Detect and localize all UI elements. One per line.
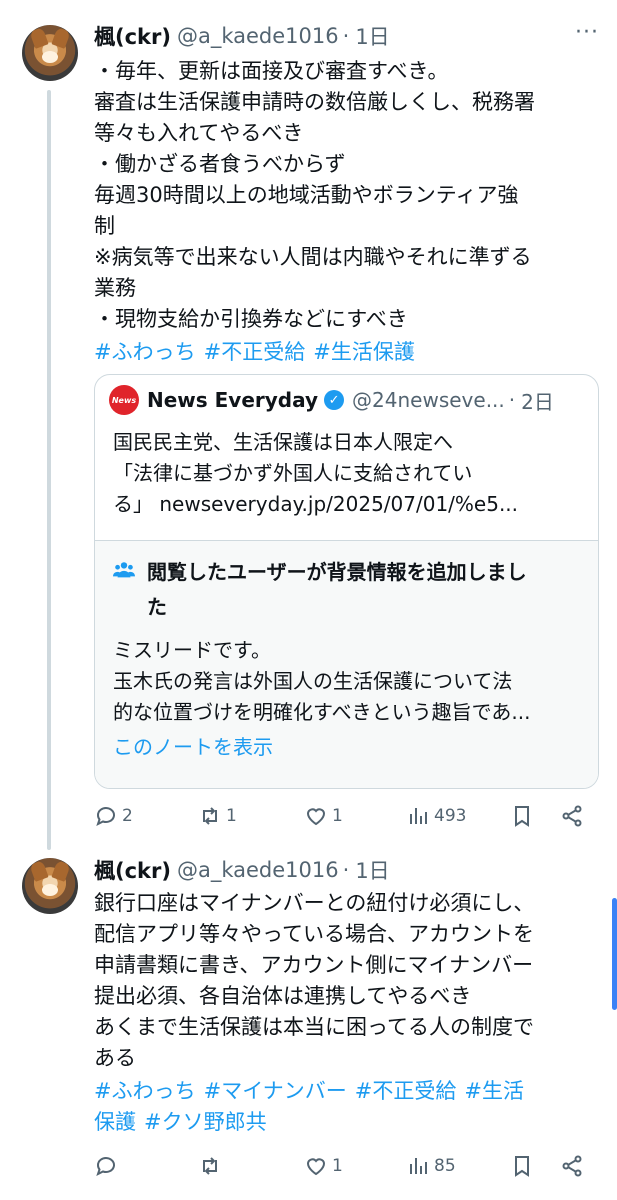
like-button[interactable]: 1 bbox=[304, 1154, 343, 1178]
bookmark-icon bbox=[515, 806, 529, 827]
thread-connector-line bbox=[47, 90, 51, 850]
hashtag-link[interactable]: #生活 bbox=[464, 1079, 524, 1103]
retweet-button[interactable]: 1 bbox=[198, 804, 237, 828]
separator: · bbox=[508, 388, 516, 412]
reply-icon bbox=[96, 807, 115, 826]
views-button[interactable]: 493 bbox=[406, 804, 466, 828]
bookmark-icon bbox=[515, 1156, 529, 1177]
retweet-count: 1 bbox=[226, 806, 237, 826]
tweet-actions: 2 1 1 493 bbox=[94, 796, 599, 836]
bookmark-button[interactable] bbox=[510, 1154, 534, 1178]
timestamp[interactable]: 1日 bbox=[355, 21, 389, 51]
news-logo: News bbox=[109, 385, 139, 415]
like-button[interactable]: 1 bbox=[304, 804, 343, 828]
scrollbar[interactable] bbox=[612, 898, 617, 1010]
hashtag-link[interactable]: #マイナンバー bbox=[204, 1079, 347, 1103]
community-note[interactable]: 閲覧したユーザーが背景情報を追加しまし た ミスリードです。 玉木氏の発言は外国… bbox=[95, 540, 598, 788]
separator: · bbox=[342, 24, 350, 48]
hashtag-link[interactable]: 保護 bbox=[94, 1110, 136, 1134]
tweet-header: 楓(ckr) @a_kaede1016 · 1日 bbox=[94, 854, 599, 886]
tweet-text: 銀行口座はマイナンバーとの紐付け必須にし、 配信アプリ等々やっている場合、アカウ… bbox=[94, 891, 535, 1070]
author-name[interactable]: 楓(ckr) bbox=[94, 21, 171, 51]
hashtag-link[interactable]: #不正受給 bbox=[355, 1079, 457, 1103]
views-icon bbox=[410, 808, 427, 824]
share-icon bbox=[562, 1155, 582, 1177]
quoted-tweet-header: News News Everyday ✓ @24newseve... · 2日 bbox=[95, 375, 598, 425]
like-icon bbox=[306, 1158, 326, 1176]
reply-count: 2 bbox=[122, 806, 133, 826]
reply-button[interactable] bbox=[94, 1154, 122, 1178]
quoted-timestamp: 2日 bbox=[521, 389, 554, 414]
retweet-button[interactable] bbox=[198, 1154, 226, 1178]
quoted-author-name: News Everyday bbox=[147, 388, 319, 412]
tweet-text: ・毎年、更新は面接及び審査すべき。 審査は生活保護申請時の数倍厳しくし、税務署 … bbox=[94, 59, 535, 331]
like-count: 1 bbox=[332, 1156, 343, 1176]
show-note-link[interactable]: このノートを表示 bbox=[113, 732, 580, 763]
timestamp[interactable]: 1日 bbox=[355, 855, 389, 885]
hashtag-link[interactable]: #ふわっち bbox=[94, 340, 196, 364]
reply-button[interactable]: 2 bbox=[94, 804, 133, 828]
verified-icon: ✓ bbox=[324, 390, 345, 410]
share-button[interactable] bbox=[560, 1154, 584, 1178]
hashtags: #ふわっち #マイナンバー #不正受給 #生活 保護 #クソ野郎共 bbox=[94, 1076, 599, 1138]
author-handle[interactable]: @a_kaede1016 bbox=[177, 24, 339, 48]
hashtag-link[interactable]: #不正受給 bbox=[204, 340, 306, 364]
like-count: 1 bbox=[332, 806, 343, 826]
share-icon bbox=[562, 805, 582, 827]
avatar[interactable] bbox=[22, 25, 78, 81]
community-note-body: ミスリードです。 玉木氏の発言は外国人の生活保護について法 的な位置づけを明確化… bbox=[113, 638, 531, 724]
retweet-icon bbox=[203, 807, 217, 825]
hashtags: #ふわっち #不正受給 #生活保護 bbox=[94, 337, 599, 368]
view-count: 493 bbox=[434, 806, 467, 826]
view-count: 85 bbox=[434, 1156, 456, 1176]
views-icon bbox=[410, 1158, 427, 1174]
hashtag-link[interactable]: #ふわっち bbox=[94, 1079, 196, 1103]
people-icon bbox=[113, 562, 135, 578]
quoted-tweet-text: 国民民主党、生活保護は日本人限定へ 「法律に基づかず外国人に支給されてい る」 … bbox=[113, 430, 519, 516]
community-note-title: 閲覧したユーザーが背景情報を追加しまし た bbox=[147, 560, 527, 619]
tweet-header: 楓(ckr) @a_kaede1016 · 1日 bbox=[94, 20, 599, 52]
quoted-author-handle: @24newseve... bbox=[352, 388, 505, 412]
hashtag-link[interactable]: #生活保護 bbox=[313, 340, 415, 364]
tweet-actions: 1 85 bbox=[94, 1146, 599, 1186]
share-button[interactable] bbox=[560, 804, 584, 828]
bookmark-button[interactable] bbox=[510, 804, 534, 828]
more-icon[interactable]: ··· bbox=[575, 20, 599, 45]
hashtag-link[interactable]: #クソ野郎共 bbox=[144, 1110, 267, 1134]
views-button[interactable]: 85 bbox=[406, 1154, 456, 1178]
retweet-icon bbox=[203, 1157, 217, 1175]
avatar[interactable] bbox=[22, 858, 78, 914]
separator: · bbox=[342, 858, 350, 882]
author-name[interactable]: 楓(ckr) bbox=[94, 855, 171, 885]
reply-icon bbox=[96, 1157, 115, 1176]
author-handle[interactable]: @a_kaede1016 bbox=[177, 858, 339, 882]
quoted-tweet-card[interactable]: News News Everyday ✓ @24newseve... · 2日 … bbox=[94, 374, 599, 789]
like-icon bbox=[306, 808, 326, 826]
